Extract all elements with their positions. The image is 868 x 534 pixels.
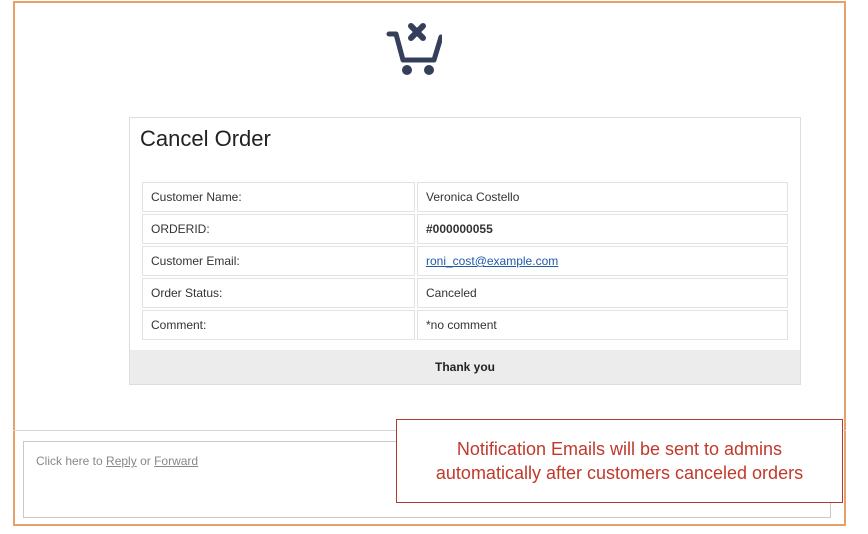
reply-prefix: Click here to [36, 454, 103, 468]
reply-link[interactable]: Reply [106, 454, 137, 468]
order-status-value: Canceled [417, 278, 788, 308]
customer-email-label: Customer Email: [142, 246, 415, 276]
order-status-label: Order Status: [142, 278, 415, 308]
comment-value: *no comment [417, 310, 788, 340]
table-row: Comment: *no comment [142, 310, 788, 340]
order-id-label: ORDERID: [142, 214, 415, 244]
notification-line-2: automatically after customers canceled o… [435, 463, 804, 483]
table-row: ORDERID: #000000055 [142, 214, 788, 244]
customer-email-link[interactable]: roni_cost@example.com [426, 254, 558, 268]
cart-cancel-icon [386, 23, 442, 75]
reply-separator: or [140, 454, 151, 468]
notification-text: Notification Emails will be sent to admi… [436, 437, 803, 485]
table-row: Customer Email: roni_cost@example.com [142, 246, 788, 276]
customer-name-value: Veronica Costello [417, 182, 788, 212]
table-row: Order Status: Canceled [142, 278, 788, 308]
notification-callout: Notification Emails will be sent to admi… [396, 419, 843, 503]
customer-name-label: Customer Name: [142, 182, 415, 212]
order-details-table: Customer Name: Veronica Costello ORDERID… [140, 180, 790, 342]
order-id-value: #000000055 [417, 214, 788, 244]
order-card: Cancel Order Customer Name: Veronica Cos… [129, 117, 801, 385]
table-row: Customer Name: Veronica Costello [142, 182, 788, 212]
customer-email-cell: roni_cost@example.com [417, 246, 788, 276]
comment-label: Comment: [142, 310, 415, 340]
forward-link[interactable]: Forward [154, 454, 198, 468]
thank-you-footer: Thank you [130, 350, 800, 384]
order-title: Cancel Order [140, 126, 271, 151]
notification-line-1: Notification Emails will be sent to admi… [456, 439, 783, 459]
reply-prompt: Click here to Reply or Forward [36, 454, 198, 468]
